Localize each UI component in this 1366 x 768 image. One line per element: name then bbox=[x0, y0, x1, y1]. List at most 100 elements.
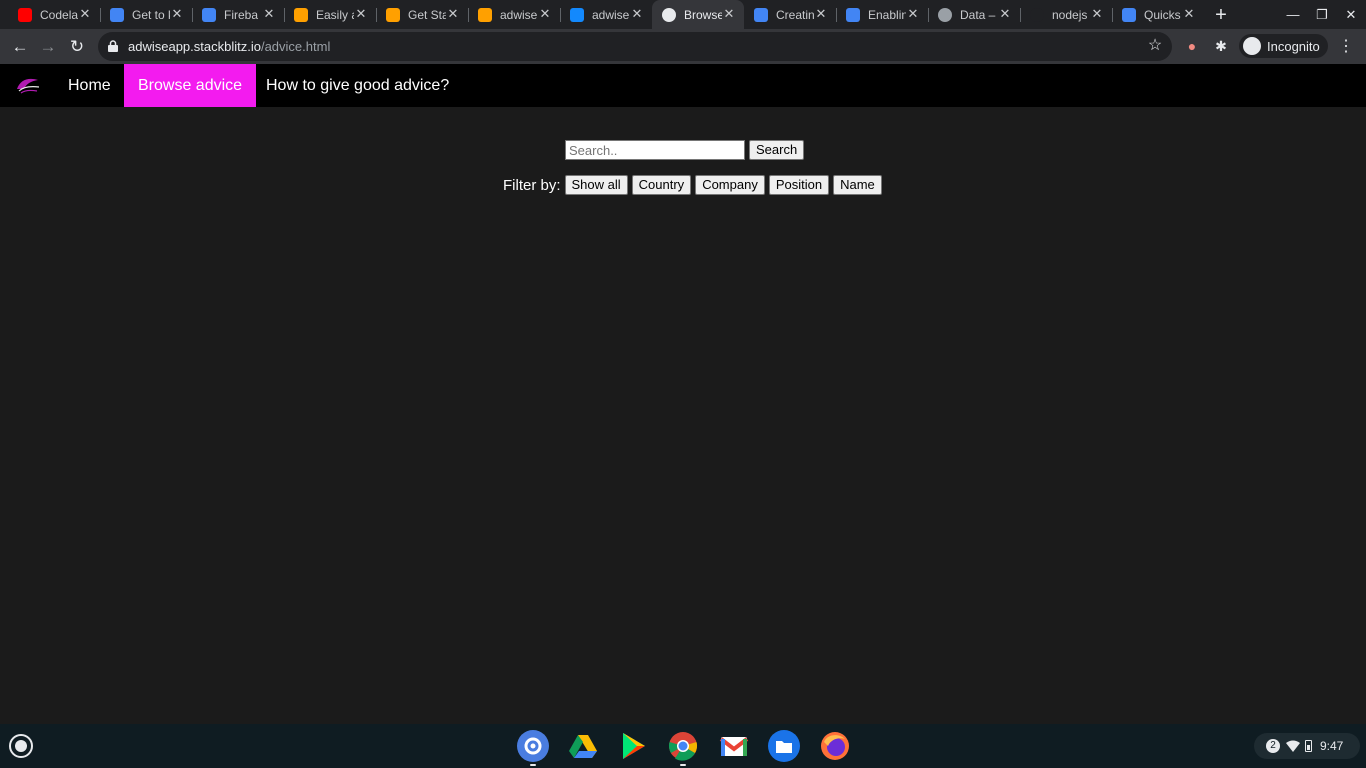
tab-close-icon[interactable]: ✕ bbox=[538, 7, 552, 21]
os-shelf: 2 9:47 bbox=[0, 724, 1366, 768]
tab-title: Get to k bbox=[132, 7, 170, 22]
screen-record-extension-icon[interactable]: ● bbox=[1183, 37, 1201, 55]
browser-tab[interactable]: Easily a ✕ bbox=[284, 0, 376, 29]
site-nav-bar: Home Browse advice How to give good advi… bbox=[0, 64, 1366, 107]
filter-name-button[interactable]: Name bbox=[833, 175, 882, 195]
tab-title: adwise bbox=[592, 7, 630, 22]
google-icon bbox=[110, 7, 124, 22]
filter-label: Filter by: bbox=[503, 176, 561, 194]
browser-toolbar: ← → ↻ adwiseapp.stackblitz.io/advice.htm… bbox=[0, 29, 1366, 64]
google-cloud-icon bbox=[754, 7, 768, 22]
notification-count-badge: 2 bbox=[1266, 739, 1280, 753]
browser-chrome: Codela ✕ Get to k ✕ Fireba ✕ Easily a ✕ Get Sta ✕… bbox=[0, 0, 1366, 64]
firefox-icon[interactable] bbox=[819, 730, 851, 762]
nav-how-to-give-advice[interactable]: How to give good advice? bbox=[252, 64, 463, 107]
web-page: Home Browse advice How to give good advi… bbox=[0, 64, 1366, 724]
tab-close-icon[interactable]: ✕ bbox=[78, 7, 92, 21]
tab-title: nodejs bbox=[1052, 7, 1088, 22]
tab-title: Quicks bbox=[1144, 7, 1181, 22]
chrome-icon[interactable] bbox=[667, 730, 699, 762]
tab-close-icon[interactable]: ✕ bbox=[998, 7, 1012, 21]
wifi-icon bbox=[1286, 740, 1300, 752]
tab-close-icon[interactable]: ✕ bbox=[262, 7, 276, 21]
tab-title: Data – bbox=[960, 7, 996, 22]
firebase-icon bbox=[386, 7, 400, 22]
youtube-icon bbox=[18, 7, 32, 22]
tab-title: Get Sta bbox=[408, 7, 446, 22]
tab-close-icon[interactable]: ✕ bbox=[630, 7, 644, 21]
files-icon[interactable] bbox=[768, 730, 800, 762]
search-input[interactable] bbox=[565, 140, 745, 160]
kebab-menu-icon[interactable]: ⋮ bbox=[1336, 35, 1356, 59]
play-store-icon[interactable] bbox=[617, 730, 649, 762]
google-cloud-icon bbox=[1122, 7, 1136, 22]
google-drive-icon[interactable] bbox=[567, 730, 599, 762]
browser-tab[interactable]: Enablin ✕ bbox=[836, 0, 928, 29]
filter-row: Filter by: Show all Country Company Posi… bbox=[503, 175, 886, 195]
browser-tab[interactable]: adwise ✕ bbox=[560, 0, 652, 29]
browser-tab[interactable]: Codela ✕ bbox=[8, 0, 100, 29]
browser-tab[interactable]: Quicks ✕ bbox=[1112, 0, 1204, 29]
loading-clock-icon bbox=[662, 7, 676, 22]
clock-time: 9:47 bbox=[1320, 739, 1344, 753]
browser-tab[interactable]: Fireba ✕ bbox=[192, 0, 284, 29]
launcher-icon[interactable] bbox=[9, 734, 33, 758]
forward-icon[interactable]: → bbox=[36, 35, 60, 59]
tab-title: Fireba bbox=[224, 7, 259, 22]
system-tray[interactable]: 2 9:47 bbox=[1254, 733, 1360, 759]
battery-icon bbox=[1305, 740, 1312, 752]
browser-tab[interactable]: Browse ✕ bbox=[652, 0, 744, 29]
browser-tab[interactable]: adwise ✕ bbox=[468, 0, 560, 29]
firebase-icon bbox=[294, 7, 308, 22]
tab-title: Creatin bbox=[776, 7, 814, 22]
browser-tab[interactable]: nodejs ✕ bbox=[1020, 0, 1112, 29]
tab-title: adwise bbox=[500, 7, 538, 22]
site-logo[interactable] bbox=[14, 74, 42, 96]
browser-tab[interactable]: Get to k ✕ bbox=[100, 0, 192, 29]
lock-icon bbox=[108, 40, 118, 52]
tab-close-icon[interactable]: ✕ bbox=[354, 7, 368, 21]
filter-position-button[interactable]: Position bbox=[768, 175, 830, 195]
bookmark-star-icon[interactable]: ☆ bbox=[1146, 37, 1164, 55]
incognito-profile-button[interactable]: Incognito bbox=[1239, 34, 1328, 58]
incognito-icon bbox=[1243, 37, 1261, 55]
browser-tab[interactable]: Data – ✕ bbox=[928, 0, 1020, 29]
gear-icon bbox=[938, 7, 952, 22]
google-icon bbox=[202, 7, 216, 22]
stackblitz-icon bbox=[570, 7, 584, 22]
tab-close-icon[interactable]: ✕ bbox=[906, 7, 920, 21]
filter-country-button[interactable]: Country bbox=[631, 175, 692, 195]
reload-icon[interactable]: ↻ bbox=[65, 35, 89, 59]
tab-close-icon[interactable]: ✕ bbox=[170, 7, 184, 21]
nav-browse-advice[interactable]: Browse advice bbox=[124, 64, 257, 107]
running-indicator bbox=[680, 764, 686, 766]
settings-icon[interactable] bbox=[517, 730, 549, 762]
gmail-icon[interactable] bbox=[718, 730, 750, 762]
search-button[interactable]: Search bbox=[749, 140, 805, 160]
filter-show-all-button[interactable]: Show all bbox=[564, 175, 628, 195]
new-tab-icon[interactable]: + bbox=[1210, 4, 1232, 26]
back-icon[interactable]: ← bbox=[8, 35, 32, 59]
nav-home[interactable]: Home bbox=[54, 64, 125, 107]
browser-tab[interactable]: Creatin ✕ bbox=[744, 0, 836, 29]
tab-strip: Codela ✕ Get to k ✕ Fireba ✕ Easily a ✕ Get Sta ✕… bbox=[0, 0, 1366, 29]
minimize-icon[interactable]: — bbox=[1282, 4, 1304, 26]
tab-close-icon[interactable]: ✕ bbox=[814, 7, 828, 21]
firebase-icon bbox=[478, 7, 492, 22]
extensions-puzzle-icon[interactable]: ✱ bbox=[1212, 37, 1230, 55]
tab-close-icon[interactable]: ✕ bbox=[1182, 7, 1196, 21]
tab-title: Easily a bbox=[316, 7, 354, 22]
tab-title: Browse bbox=[684, 7, 722, 22]
running-indicator bbox=[530, 764, 536, 766]
address-bar[interactable]: adwiseapp.stackblitz.io/advice.html ☆ bbox=[98, 32, 1172, 61]
github-icon bbox=[1030, 7, 1044, 22]
tab-close-icon[interactable]: ✕ bbox=[446, 7, 460, 21]
filter-company-button[interactable]: Company bbox=[695, 175, 765, 195]
google-cloud-icon bbox=[846, 7, 860, 22]
tab-title: Enablin bbox=[868, 7, 906, 22]
restore-icon[interactable]: ❐ bbox=[1311, 4, 1333, 26]
tab-close-icon[interactable]: ✕ bbox=[1090, 7, 1104, 21]
close-window-icon[interactable]: ✕ bbox=[1340, 4, 1362, 26]
tab-close-icon[interactable]: ✕ bbox=[722, 7, 736, 21]
browser-tab[interactable]: Get Sta ✕ bbox=[376, 0, 468, 29]
